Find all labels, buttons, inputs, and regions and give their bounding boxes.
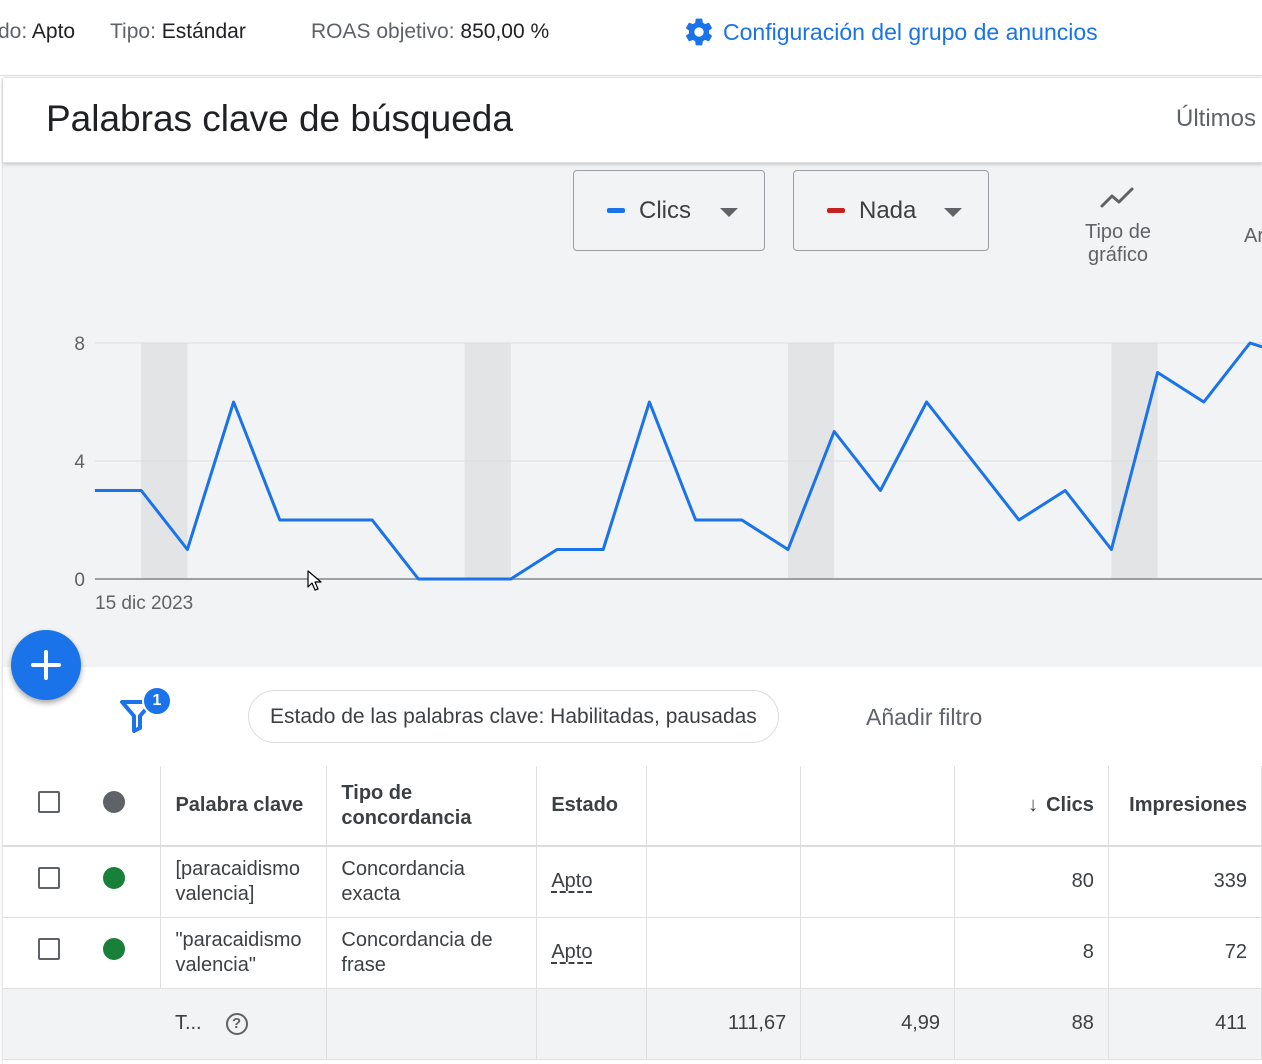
total-col4-cell: 111,67	[646, 988, 802, 1060]
col5-cell	[800, 846, 956, 918]
status-cell: Apto	[536, 917, 648, 989]
impressions-cell: 72	[1108, 917, 1262, 989]
date-range-selector[interactable]: Últimos	[1176, 105, 1256, 133]
y-tick-label: 4	[74, 452, 85, 473]
gear-icon	[686, 18, 712, 46]
status-dot-header	[82, 766, 162, 847]
status-link[interactable]: Apto	[551, 941, 592, 963]
select-all-checkbox[interactable]	[38, 791, 60, 813]
total-label: T...	[174, 1012, 202, 1034]
keyword-cell[interactable]: "paracaidismo valencia"	[160, 917, 328, 989]
table-row[interactable]: [paracaidismo valencia] Concordancia exa…	[3, 846, 1262, 918]
performance-chart: 0 4 8 15 dic 2023 Clics Nada Tipo de gráfi…	[3, 162, 1262, 667]
clicks-header-label: Clics	[1046, 794, 1094, 816]
table-header-row: Palabra clave Tipo de concordancia Estad…	[3, 766, 1262, 847]
row-status-dot-cell	[82, 917, 162, 989]
keywords-card: Palabras clave de búsqueda Últimos 0 4 8 1…	[3, 78, 1262, 1064]
add-keyword-button[interactable]	[11, 630, 81, 700]
roas-summary: ROAS objetivo: 850,00 %	[311, 20, 549, 44]
page-title: Palabras clave de búsqueda	[46, 98, 513, 139]
clicks-cell: 80	[954, 846, 1109, 918]
metric1-color-swatch	[607, 208, 625, 213]
type-label: Tipo:	[110, 20, 156, 43]
ad-group-settings-link[interactable]: Configuración del grupo de anuncios	[683, 16, 1098, 48]
status-summary: do: Apto	[0, 20, 75, 44]
chart-type-button[interactable]: Tipo de gráfico	[1073, 182, 1163, 267]
card-header: Palabras clave de búsqueda Últimos	[3, 78, 1262, 163]
col4-cell	[646, 917, 802, 989]
row-status-dot-cell	[82, 846, 162, 918]
total-row: T...? 111,67 4,99 88 411	[3, 988, 1262, 1060]
settings-link-label: Configuración del grupo de anuncios	[723, 18, 1098, 45]
filter-chip-keyword-status[interactable]: Estado de las palabras clave: Habilitada…	[248, 690, 779, 743]
trending-line-icon	[1100, 187, 1134, 208]
status-label: do:	[0, 20, 28, 43]
filter-count-badge: 1	[142, 686, 172, 716]
keywords-table: Palabra clave Tipo de concordancia Estad…	[3, 766, 1262, 1060]
total-empty-cell	[326, 988, 538, 1060]
row-select-cell	[3, 846, 83, 918]
impressions-cell: 339	[1108, 846, 1262, 918]
status-value: Apto	[31, 20, 76, 43]
column-header-keyword[interactable]: Palabra clave	[160, 766, 328, 847]
chevron-down-icon	[944, 208, 962, 217]
metric-selector-1[interactable]: Clics	[573, 170, 765, 251]
col5-cell	[800, 917, 956, 989]
metric-selector-2[interactable]: Nada	[793, 170, 989, 251]
chart-type-label: Tipo de gráfico	[1085, 221, 1151, 266]
total-empty-cell	[536, 988, 648, 1060]
metric2-label: Nada	[859, 196, 917, 224]
column-header-5[interactable]	[800, 766, 956, 847]
col4-cell	[646, 846, 802, 918]
row-checkbox[interactable]	[38, 867, 60, 890]
status-cell: Apto	[536, 846, 648, 918]
table-row[interactable]: "paracaidismo valencia" Concordancia de …	[3, 917, 1262, 989]
roas-value: 850,00 %	[460, 20, 550, 43]
column-header-impressions[interactable]: Impresiones	[1108, 766, 1262, 847]
type-summary: Tipo: Estándar	[110, 20, 246, 44]
clicks-cell: 8	[954, 917, 1109, 989]
add-filter-button[interactable]: Añadir filtro	[866, 704, 982, 731]
total-clicks-cell: 88	[954, 988, 1109, 1060]
arrow-down-icon: ↓	[1028, 794, 1039, 816]
metric1-label: Clics	[639, 196, 691, 224]
column-header-match-type[interactable]: Tipo de concordancia	[326, 766, 538, 847]
chart-option-label[interactable]: Ar	[1244, 225, 1262, 248]
roas-label: ROAS objetivo:	[311, 20, 455, 43]
status-dot-icon	[102, 791, 125, 813]
select-all-cell	[3, 766, 83, 847]
total-empty-cell	[3, 988, 83, 1060]
column-header-4[interactable]	[646, 766, 802, 847]
match-type-cell: Concordancia exacta	[326, 846, 538, 918]
enabled-status-dot	[102, 867, 125, 890]
status-link[interactable]: Apto	[551, 870, 592, 892]
total-col5-cell: 4,99	[800, 988, 956, 1060]
type-value: Estándar	[161, 20, 246, 43]
column-header-clicks[interactable]: ↓ Clics	[954, 766, 1109, 847]
help-icon[interactable]: ?	[225, 1012, 248, 1035]
row-select-cell	[3, 917, 83, 989]
total-label-cell: T...?	[160, 988, 328, 1060]
x-start-label: 15 dic 2023	[95, 593, 193, 614]
row-checkbox[interactable]	[38, 938, 60, 960]
metric2-color-swatch	[827, 208, 845, 213]
campaign-summary-bar: do: Apto Tipo: Estándar ROAS objetivo: 8…	[0, 0, 1262, 76]
enabled-status-dot	[102, 938, 125, 960]
plus-icon	[31, 650, 61, 680]
y-tick-label: 8	[74, 334, 85, 355]
match-type-cell: Concordancia de frase	[326, 917, 538, 989]
chevron-down-icon	[720, 208, 738, 217]
total-impressions-cell: 411	[1108, 988, 1262, 1060]
y-tick-label: 0	[74, 570, 85, 591]
total-empty-cell	[82, 988, 161, 1060]
keyword-cell[interactable]: [paracaidismo valencia]	[160, 846, 328, 918]
column-header-status[interactable]: Estado	[536, 766, 648, 847]
mouse-cursor-icon	[307, 570, 322, 591]
